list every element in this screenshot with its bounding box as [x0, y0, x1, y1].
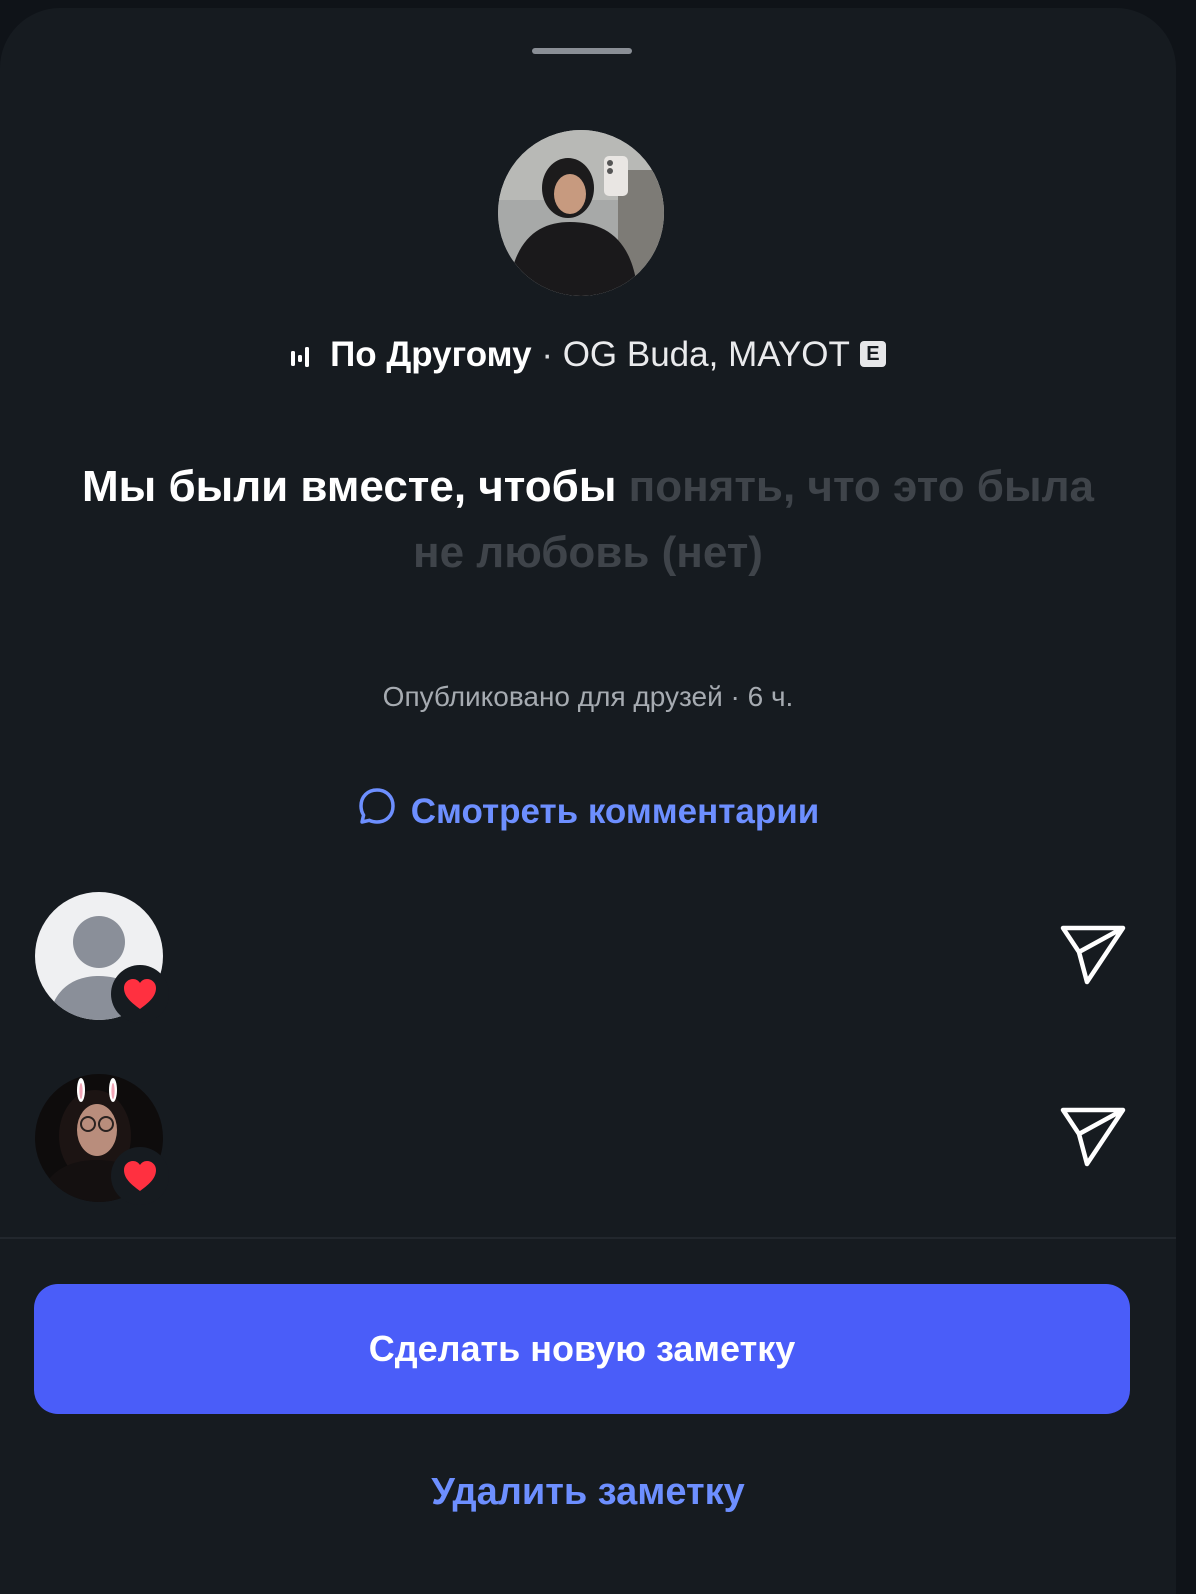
- lyrics-sung: Мы были вместе, чтобы: [81, 462, 617, 511]
- heart-icon: [124, 1161, 156, 1191]
- send-reply-button[interactable]: [1057, 922, 1129, 988]
- divider: [0, 1237, 1176, 1239]
- published-info: Опубликовано для друзей · 6 ч.: [382, 681, 794, 712]
- send-icon: [1060, 925, 1126, 985]
- send-icon: [1060, 1107, 1126, 1167]
- heart-icon: [124, 979, 156, 1009]
- send-reply-button[interactable]: [1057, 1104, 1129, 1170]
- music-bars-icon: [290, 335, 316, 379]
- explicit-badge: E: [859, 340, 886, 367]
- note-author-avatar[interactable]: [498, 130, 664, 296]
- reaction-badge: [111, 965, 169, 1023]
- reaction-row[interactable]: [0, 892, 1176, 1023]
- comment-bubble-icon: [357, 786, 397, 837]
- view-comments-label: Смотреть комментарии: [410, 791, 820, 831]
- view-comments-link[interactable]: Смотреть комментарии: [0, 788, 1176, 839]
- song-artists: OG Buda, MAYOT: [562, 335, 850, 374]
- reaction-badge: [111, 1147, 169, 1205]
- sheet-grabber[interactable]: [532, 48, 632, 54]
- author-photo: [498, 130, 664, 296]
- delete-note-button[interactable]: Удалить заметку: [0, 1468, 1176, 1516]
- note-sheet: По Другому · OG Buda, MAYOT E Мы были вме…: [0, 8, 1176, 1594]
- lyrics-text: Мы были вместе, чтобы понять, что это бы…: [80, 454, 1096, 586]
- song-separator: ·: [541, 335, 553, 374]
- new-note-button[interactable]: Сделать новую заметку: [34, 1284, 1130, 1414]
- song-info[interactable]: По Другому · OG Buda, MAYOT E: [0, 333, 1176, 379]
- song-title: По Другому: [330, 335, 532, 374]
- reaction-row[interactable]: [0, 1074, 1176, 1205]
